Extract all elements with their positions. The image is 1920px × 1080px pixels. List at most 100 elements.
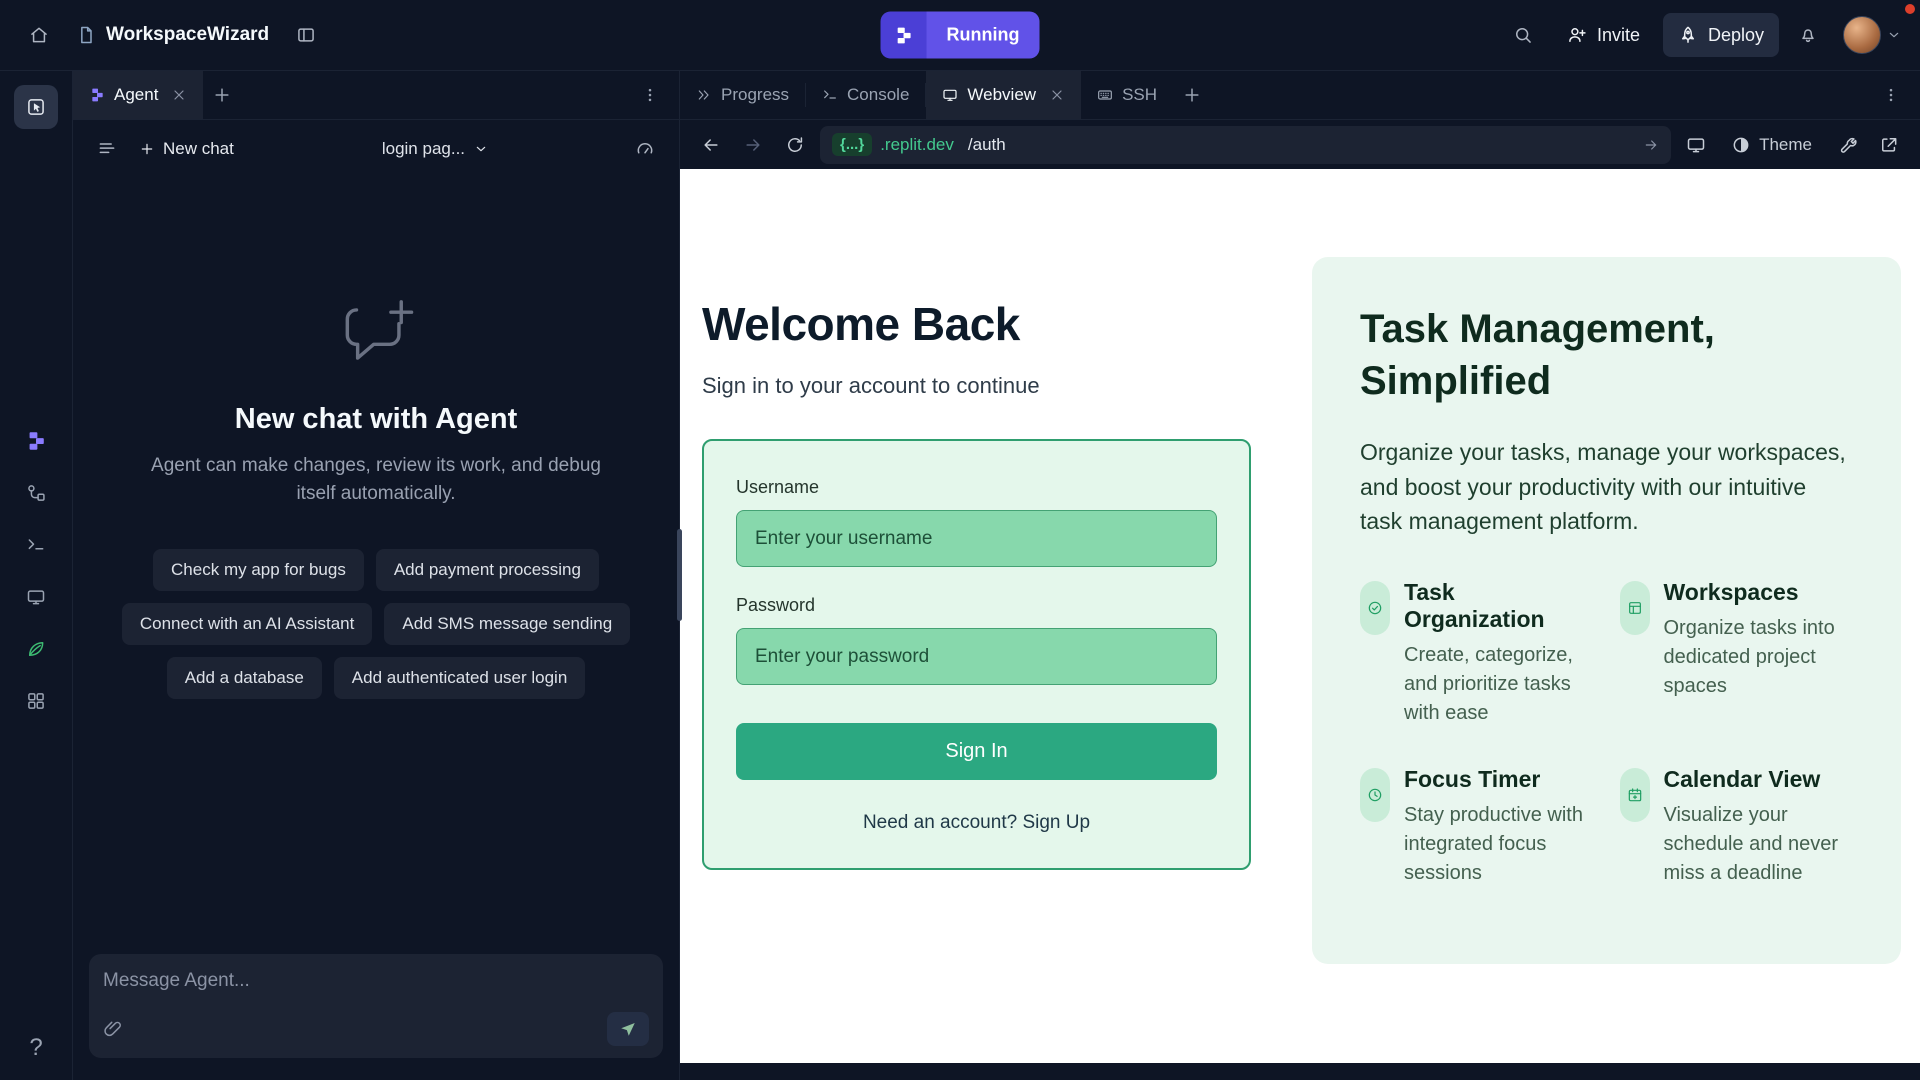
panel-resize-handle[interactable] [677,529,682,621]
close-icon[interactable] [1049,87,1065,103]
theme-icon [1731,135,1751,155]
new-chat-button[interactable]: New chat [129,133,244,165]
webview-settings-button[interactable] [1830,128,1864,162]
kebab-menu-icon [641,86,659,104]
tab-webview[interactable]: Webview [926,71,1081,119]
invite-button[interactable]: Invite [1552,13,1655,57]
feature-text: Workspaces Organize tasks into dedicated… [1664,579,1854,701]
deploy-button[interactable]: Deploy [1663,13,1779,57]
refresh-button[interactable] [778,128,812,162]
paperclip-icon [103,1019,123,1039]
chat-history-button[interactable] [89,131,125,167]
url-field[interactable]: {...} .replit.dev /auth [820,126,1671,164]
chat-list-icon [97,139,117,159]
message-agent-input[interactable] [103,970,649,992]
password-field[interactable] [736,628,1217,685]
avatar [1843,16,1881,54]
sign-in-button[interactable]: Sign In [736,723,1217,780]
tab-ssh-label: SSH [1122,85,1157,105]
tab-agent[interactable]: Agent [73,71,203,119]
close-icon[interactable] [171,87,187,103]
tab-ssh[interactable]: SSH [1081,71,1173,119]
workflow-icon [26,483,46,503]
work-panel-menu-button[interactable] [1872,76,1910,114]
suggestion-chip[interactable]: Add a database [167,657,322,699]
empty-state-title: New chat with Agent [235,403,518,436]
suggestion-chip[interactable]: Add payment processing [376,549,599,591]
url-host-suffix: .replit.dev [880,135,954,155]
new-tab-button[interactable] [203,71,241,119]
suggestion-chip[interactable]: Check my app for bugs [153,549,364,591]
webview-content: Welcome Back Sign in to your account to … [680,169,1920,1063]
account-menu[interactable] [1843,16,1902,54]
webview-toolbar: {...} .replit.dev /auth Theme [680,120,1920,169]
suggestion-chip[interactable]: Connect with an AI Assistant [122,603,373,645]
topbar-right: Invite Deploy [1502,13,1902,57]
work-panel: Progress Console Webview SSH [680,71,1920,1080]
feature-calendar-view: Calendar View Visualize your schedule an… [1620,766,1854,888]
feature-description: Organize tasks into dedicated project sp… [1664,614,1854,701]
layout-icon [296,25,316,45]
person-plus-icon [1567,25,1587,45]
project-title-group[interactable]: WorkspaceWizard [68,24,277,46]
back-button[interactable] [694,128,728,162]
agent-panel-menu-button[interactable] [631,76,669,114]
agent-panel: Agent New chat login pag... [73,71,680,1080]
rocket-icon [1678,25,1698,45]
webview-rail-button[interactable] [14,575,58,619]
sign-up-link[interactable]: Need an account? Sign Up [736,812,1217,834]
suggestion-chip[interactable]: Add SMS message sending [384,603,630,645]
send-message-button[interactable] [607,1012,649,1046]
theme-button[interactable]: Theme [1721,127,1822,163]
run-status-label: Running [927,12,1040,59]
empty-state-description: Agent can make changes, review its work,… [145,452,607,507]
tab-console-label: Console [847,85,909,105]
feature-text: Calendar View Visualize your schedule an… [1664,766,1854,888]
login-form-card: Username Password Sign In Need an accoun… [702,439,1251,870]
home-icon [29,25,49,45]
workflows-rail-button[interactable] [14,471,58,515]
pointer-tool-icon [26,97,46,117]
agent-settings-button[interactable] [627,131,663,167]
url-go-icon[interactable] [1643,137,1659,153]
layout-toggle-button[interactable] [285,14,327,56]
help-button[interactable]: ? [29,1034,42,1062]
topbar: WorkspaceWizard Running Invite Deploy [0,0,1920,71]
agent-rail-button[interactable] [14,419,58,463]
promo-description: Organize your tasks, manage your workspa… [1360,435,1852,539]
new-tab-button[interactable] [1173,71,1211,119]
feature-grid: Task Organization Create, categorize, an… [1360,579,1853,888]
design-tool-button[interactable] [14,85,58,129]
workspaces-icon [1620,581,1650,635]
page-title: Welcome Back [702,297,1251,351]
invite-label: Invite [1597,25,1640,46]
search-button[interactable] [1502,14,1544,56]
open-in-new-tab-button[interactable] [1872,128,1906,162]
feature-description: Visualize your schedule and never miss a… [1664,801,1854,888]
suggestion-chip[interactable]: Add authenticated user login [334,657,586,699]
chat-selector-dropdown[interactable]: login pag... [382,139,489,159]
notifications-button[interactable] [1787,14,1829,56]
deploy-label: Deploy [1708,25,1764,46]
kebab-menu-icon [1882,86,1900,104]
eco-rail-button[interactable] [14,627,58,671]
home-button[interactable] [18,14,60,56]
composer-box[interactable] [89,954,663,1058]
shell-rail-button[interactable] [14,523,58,567]
forward-button[interactable] [736,128,770,162]
run-status-pill[interactable]: Running [881,12,1040,59]
left-rail: ? [0,71,73,1080]
monitor-icon [26,587,46,607]
feature-text: Focus Timer Stay productive with integra… [1404,766,1594,888]
project-title: WorkspaceWizard [106,24,269,46]
tools-rail-button[interactable] [14,679,58,723]
username-field[interactable] [736,510,1217,567]
tab-console[interactable]: Console [806,71,925,119]
replit-logo-icon [881,12,927,59]
calendar-icon [1620,768,1650,822]
attach-file-button[interactable] [103,1019,123,1039]
devtools-button[interactable] [1679,128,1713,162]
composer [73,954,679,1080]
terminal-icon [822,87,838,103]
tab-progress[interactable]: Progress [680,71,805,119]
